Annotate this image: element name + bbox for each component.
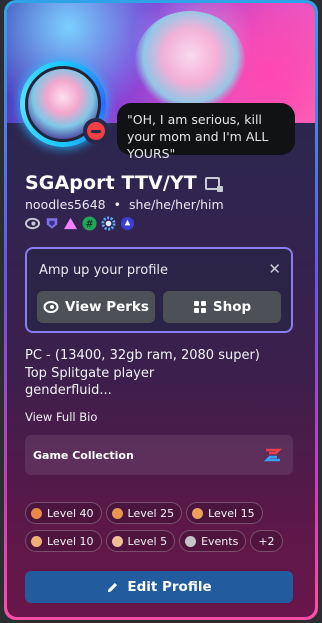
- profile-card: "OH, I am serious, kill your mom and I'm…: [7, 3, 315, 617]
- splitgate-icon: [263, 448, 283, 462]
- amp-up-profile-panel: Amp up your profile ✕ View Perks Shop: [25, 247, 293, 333]
- custom-status-bubble: "OH, I am serious, kill your mom and I'm…: [117, 103, 295, 161]
- level-dot-icon: [31, 535, 42, 547]
- close-icon[interactable]: ✕: [268, 260, 281, 278]
- game-collection-label: Game Collection: [33, 449, 134, 462]
- gear-badge-icon[interactable]: [101, 216, 116, 231]
- shop-icon: [193, 301, 206, 313]
- pronouns: she/he/her/him: [128, 197, 224, 212]
- shop-button[interactable]: Shop: [163, 291, 281, 323]
- promo-title: Amp up your profile: [39, 263, 168, 278]
- level-chip-label: Level 25: [127, 506, 175, 520]
- edit-name-icon[interactable]: [204, 176, 223, 192]
- level-dot-icon: [111, 535, 123, 547]
- level-dot-icon: [192, 507, 204, 519]
- level-dot-icon: [111, 507, 123, 519]
- level-chip-label: +2: [258, 534, 275, 548]
- view-perks-button[interactable]: View Perks: [37, 291, 155, 323]
- banner-artwork: [135, 11, 245, 111]
- level-chip[interactable]: +2: [250, 530, 283, 552]
- badge-list: #: [25, 216, 135, 231]
- status-indicator: [83, 118, 109, 144]
- nitro-perks-icon: [43, 301, 59, 313]
- bio-line: PC - (13400, 32gb ram, 2080 super): [25, 348, 260, 363]
- bio: PC - (13400, 32gb ram, 2080 super) Top S…: [25, 347, 260, 400]
- level-chip-label: Level 10: [47, 534, 94, 548]
- level-chip-label: Level 15: [208, 506, 255, 520]
- edit-profile-button[interactable]: Edit Profile: [25, 571, 293, 603]
- level-dot-icon: [31, 507, 42, 519]
- avatar[interactable]: [20, 61, 109, 147]
- level-chip[interactable]: Level 10: [25, 530, 102, 552]
- triangle-icon[interactable]: [63, 216, 78, 231]
- do-not-disturb-icon: [87, 122, 105, 140]
- separator: •: [113, 197, 121, 212]
- level-chip-label: Level 5: [127, 534, 168, 548]
- game-collection-row[interactable]: Game Collection: [25, 435, 293, 475]
- bio-line: Top Splitgate player: [25, 365, 155, 381]
- view-perks-label: View Perks: [65, 299, 149, 315]
- hashtag-icon[interactable]: #: [82, 216, 97, 231]
- level-chip-label: Events: [201, 534, 239, 548]
- level-chip[interactable]: Level 25: [105, 502, 183, 524]
- level-chip[interactable]: Level 5: [105, 530, 176, 552]
- level-chip-label: Level 40: [47, 506, 94, 520]
- svg-text:#: #: [86, 219, 94, 230]
- profile-card-border: "OH, I am serious, kill your mom and I'm…: [4, 0, 318, 620]
- view-full-bio-link[interactable]: View Full Bio: [25, 410, 97, 424]
- username-line: noodles5648 • she/he/her/him: [25, 197, 224, 212]
- level-chip[interactable]: Level 40: [25, 502, 102, 524]
- level-dot-icon: [185, 535, 197, 547]
- bio-line: genderfluid...: [25, 383, 112, 398]
- username: noodles5648: [25, 197, 106, 212]
- nitro-icon[interactable]: [25, 216, 40, 231]
- shield-icon[interactable]: [44, 216, 59, 231]
- name-row: SGAport TTV/YT: [25, 172, 223, 194]
- level-chip[interactable]: Events: [179, 530, 247, 552]
- quest-icon[interactable]: [120, 216, 135, 231]
- display-name: SGAport TTV/YT: [25, 172, 197, 194]
- edit-profile-label: Edit Profile: [127, 579, 212, 595]
- pencil-icon: [108, 582, 118, 592]
- level-chip-list: Level 40 Level 25 Level 15 Level 10 Level 5 E…: [25, 502, 293, 552]
- level-chip[interactable]: Level 15: [186, 502, 263, 524]
- shop-label: Shop: [212, 299, 252, 315]
